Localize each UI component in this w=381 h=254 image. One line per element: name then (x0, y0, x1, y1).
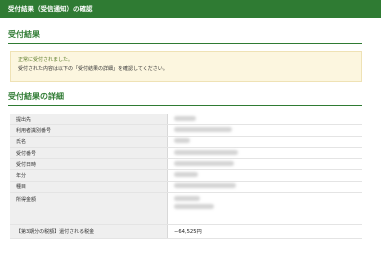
table-row: 利用者識別番号 (10, 124, 362, 137)
table-row: 受付番号 (10, 147, 362, 160)
row-value-redacted (167, 181, 362, 194)
details-section-title: 受付結果の詳細 (8, 91, 362, 106)
table-row: 年分 (10, 169, 362, 182)
notice-instruction: 受付された内容は以下の「受付結果の詳細」を確認してください。 (18, 66, 168, 72)
row-label-receipt-number: 受付番号 (10, 147, 168, 160)
row-label-submission-to: 提出先 (10, 114, 168, 126)
table-row: 種目 (10, 181, 362, 194)
row-label-income-amount: 所得金額 (10, 192, 168, 226)
table-row: 所得金額 (10, 192, 362, 226)
result-section-title: 受付結果 (8, 29, 362, 44)
row-label-category: 種目 (10, 181, 168, 194)
row-value-redacted (167, 169, 362, 182)
row-label-user-id: 利用者識別番号 (10, 124, 168, 137)
table-row: 提出先 (10, 114, 362, 126)
row-value-redacted (167, 147, 362, 160)
table-row: 【第3期分の税額】還付される税金 −64,525円 (10, 224, 362, 240)
row-label-tax-refund: 【第3期分の税額】還付される税金 (10, 224, 168, 240)
row-label-year: 年分 (10, 169, 168, 182)
details-table: 提出先 利用者識別番号 氏名 受付番号 受付日時 年分 種目 所得金額 【第3期… (10, 114, 362, 240)
row-value-redacted (167, 136, 362, 148)
row-value-redacted (167, 192, 362, 226)
row-label-name: 氏名 (10, 136, 168, 148)
row-value-tax-refund: −64,525円 (167, 224, 362, 240)
table-row: 受付日時 (10, 158, 362, 171)
row-label-receipt-datetime: 受付日時 (10, 158, 168, 171)
success-message: 正常に受付されました。 (18, 57, 74, 63)
page-header: 受付結果（受信通知）の確認 (0, 0, 381, 18)
row-value-redacted (167, 114, 362, 126)
success-notice: 正常に受付されました。 受付された内容は以下の「受付結果の詳細」を確認してくださ… (10, 51, 362, 82)
table-row: 氏名 (10, 136, 362, 148)
row-value-redacted (167, 158, 362, 171)
row-value-redacted (167, 124, 362, 137)
